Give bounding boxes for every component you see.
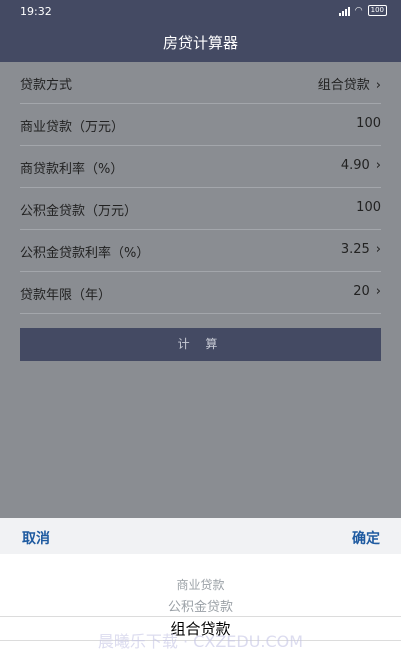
watermark: 晨曦乐下载 · CXZEDU.COM xyxy=(97,632,304,651)
loan-form: 贷款方式 组合贷款 › 商业贷款（万元） 100 商贷款利率（%） 4.90 › 公… xyxy=(0,62,401,314)
row-loan-type[interactable]: 贷款方式 组合贷款 › xyxy=(20,62,381,104)
chevron-right-icon: › xyxy=(375,284,381,299)
chevron-right-icon: › xyxy=(375,158,381,173)
row-value: 4.90 xyxy=(340,158,370,173)
cancel-button[interactable]: 取消 xyxy=(22,528,50,548)
confirm-button[interactable]: 确定 xyxy=(352,528,380,548)
row-label: 公积金贷款利率（%） xyxy=(20,246,150,261)
row-label: 贷款方式 xyxy=(20,78,73,93)
row-value: 组合贷款 xyxy=(317,78,370,93)
row-fund-rate[interactable]: 公积金贷款利率（%） 3.25 › xyxy=(20,230,381,272)
row-value: 100 xyxy=(356,200,381,215)
page-title: 房贷计算器 xyxy=(0,24,401,62)
picker-toolbar: 取消 确定 xyxy=(0,518,401,554)
row-commercial-amount[interactable]: 商业贷款（万元） 100 xyxy=(20,104,381,146)
row-label: 商贷款利率（%） xyxy=(20,162,124,177)
row-value: 3.25 xyxy=(340,242,370,257)
picker-option[interactable]: 公积金贷款 xyxy=(0,596,401,615)
row-label: 公积金贷款（万元） xyxy=(20,204,138,219)
row-value: 20 xyxy=(353,284,370,299)
status-icons: ◠ 100 xyxy=(338,5,387,16)
status-bar: 19:32 ◠ 100 xyxy=(0,0,401,24)
row-label: 贷款年限（年） xyxy=(20,288,112,303)
calculate-button[interactable]: 计 算 xyxy=(20,328,381,361)
row-fund-amount[interactable]: 公积金贷款（万元） 100 xyxy=(20,188,381,230)
battery-icon: 100 xyxy=(367,5,387,16)
row-value: 100 xyxy=(356,116,381,131)
wifi-icon: ◠ xyxy=(354,5,363,16)
status-time: 19:32 xyxy=(20,5,52,18)
signal-icon xyxy=(338,6,350,16)
chevron-right-icon: › xyxy=(375,242,381,257)
chevron-right-icon: › xyxy=(375,78,381,93)
picker-divider xyxy=(0,616,401,617)
row-loan-years[interactable]: 贷款年限（年） 20 › xyxy=(20,272,381,314)
row-label: 商业贷款（万元） xyxy=(20,120,125,135)
picker-option[interactable]: 商业贷款 xyxy=(0,576,401,593)
row-commercial-rate[interactable]: 商贷款利率（%） 4.90 › xyxy=(20,146,381,188)
